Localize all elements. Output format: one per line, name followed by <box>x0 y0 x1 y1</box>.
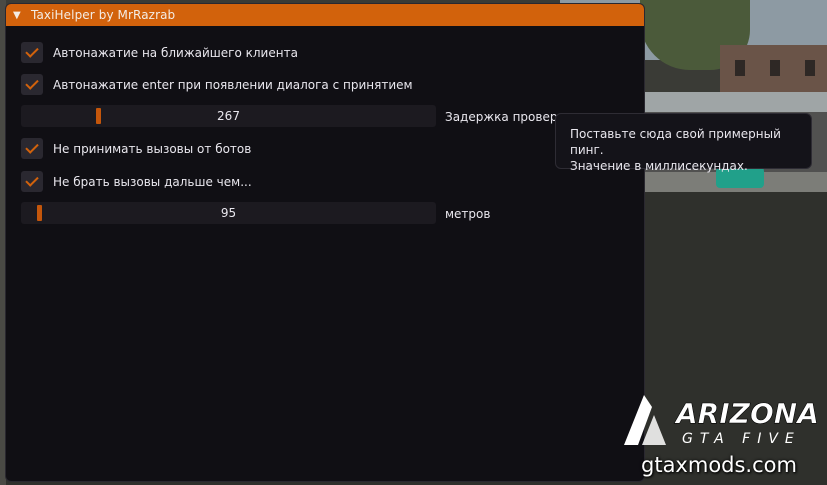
checkmark-icon <box>25 44 39 58</box>
checkmark-icon <box>25 76 39 90</box>
window-titlebar[interactable]: ▼ TaxiHelper by MrRazrab <box>6 4 644 26</box>
site-watermark: gtaxmods.com <box>641 453 797 477</box>
awning <box>640 92 827 114</box>
triangle-down-icon[interactable]: ▼ <box>13 10 23 21</box>
building-window <box>805 60 815 76</box>
distance-slider-label: метров <box>445 207 491 221</box>
delay-slider-value: 267 <box>217 109 240 123</box>
auto-enter-checkbox[interactable] <box>21 74 43 95</box>
building-window <box>770 60 780 76</box>
distance-limit-checkbox[interactable] <box>21 171 43 192</box>
delay-slider-label: Задержка проверки <box>445 110 573 124</box>
delay-slider[interactable]: 267 <box>21 105 436 127</box>
auto-enter-label: Автонажатие enter при появлении диалога … <box>53 77 413 92</box>
auto-click-nearest-checkbox[interactable] <box>21 42 43 63</box>
distance-limit-label: Не брать вызовы дальше чем... <box>53 174 252 189</box>
tooltip-line-1: Поставьте сюда свой примерный пинг. <box>570 127 781 157</box>
distance-slider-value: 95 <box>220 206 237 220</box>
arizona-logo: ARIZONA GTA FIVE <box>624 395 819 447</box>
distance-slider[interactable]: 95 <box>21 202 436 224</box>
distance-limit-option[interactable]: Не брать вызовы дальше чем... <box>21 171 252 192</box>
ignore-bots-label: Не принимать вызовы от ботов <box>53 141 252 156</box>
auto-enter-option[interactable]: Автонажатие enter при появлении диалога … <box>21 74 413 95</box>
checkmark-icon <box>25 173 39 187</box>
checkmark-icon <box>25 140 39 154</box>
taxihelper-window: ▼ TaxiHelper by MrRazrab Автонажатие на … <box>5 3 645 482</box>
ignore-bots-option[interactable]: Не принимать вызовы от ботов <box>21 138 251 159</box>
window-title: TaxiHelper by MrRazrab <box>31 8 176 22</box>
auto-click-nearest-option[interactable]: Автонажатие на ближайшего клиента <box>21 42 298 63</box>
building-window <box>735 60 745 76</box>
logo-sub-text: GTA FIVE <box>682 431 801 447</box>
ignore-bots-checkbox[interactable] <box>21 138 43 159</box>
ping-tooltip: Поставьте сюда свой примерный пинг. Знач… <box>555 113 812 173</box>
tooltip-line-2: Значение в миллисекундах. <box>570 159 748 173</box>
logo-main-text: ARIZONA <box>674 397 819 430</box>
auto-click-nearest-label: Автонажатие на ближайшего клиента <box>53 45 298 60</box>
